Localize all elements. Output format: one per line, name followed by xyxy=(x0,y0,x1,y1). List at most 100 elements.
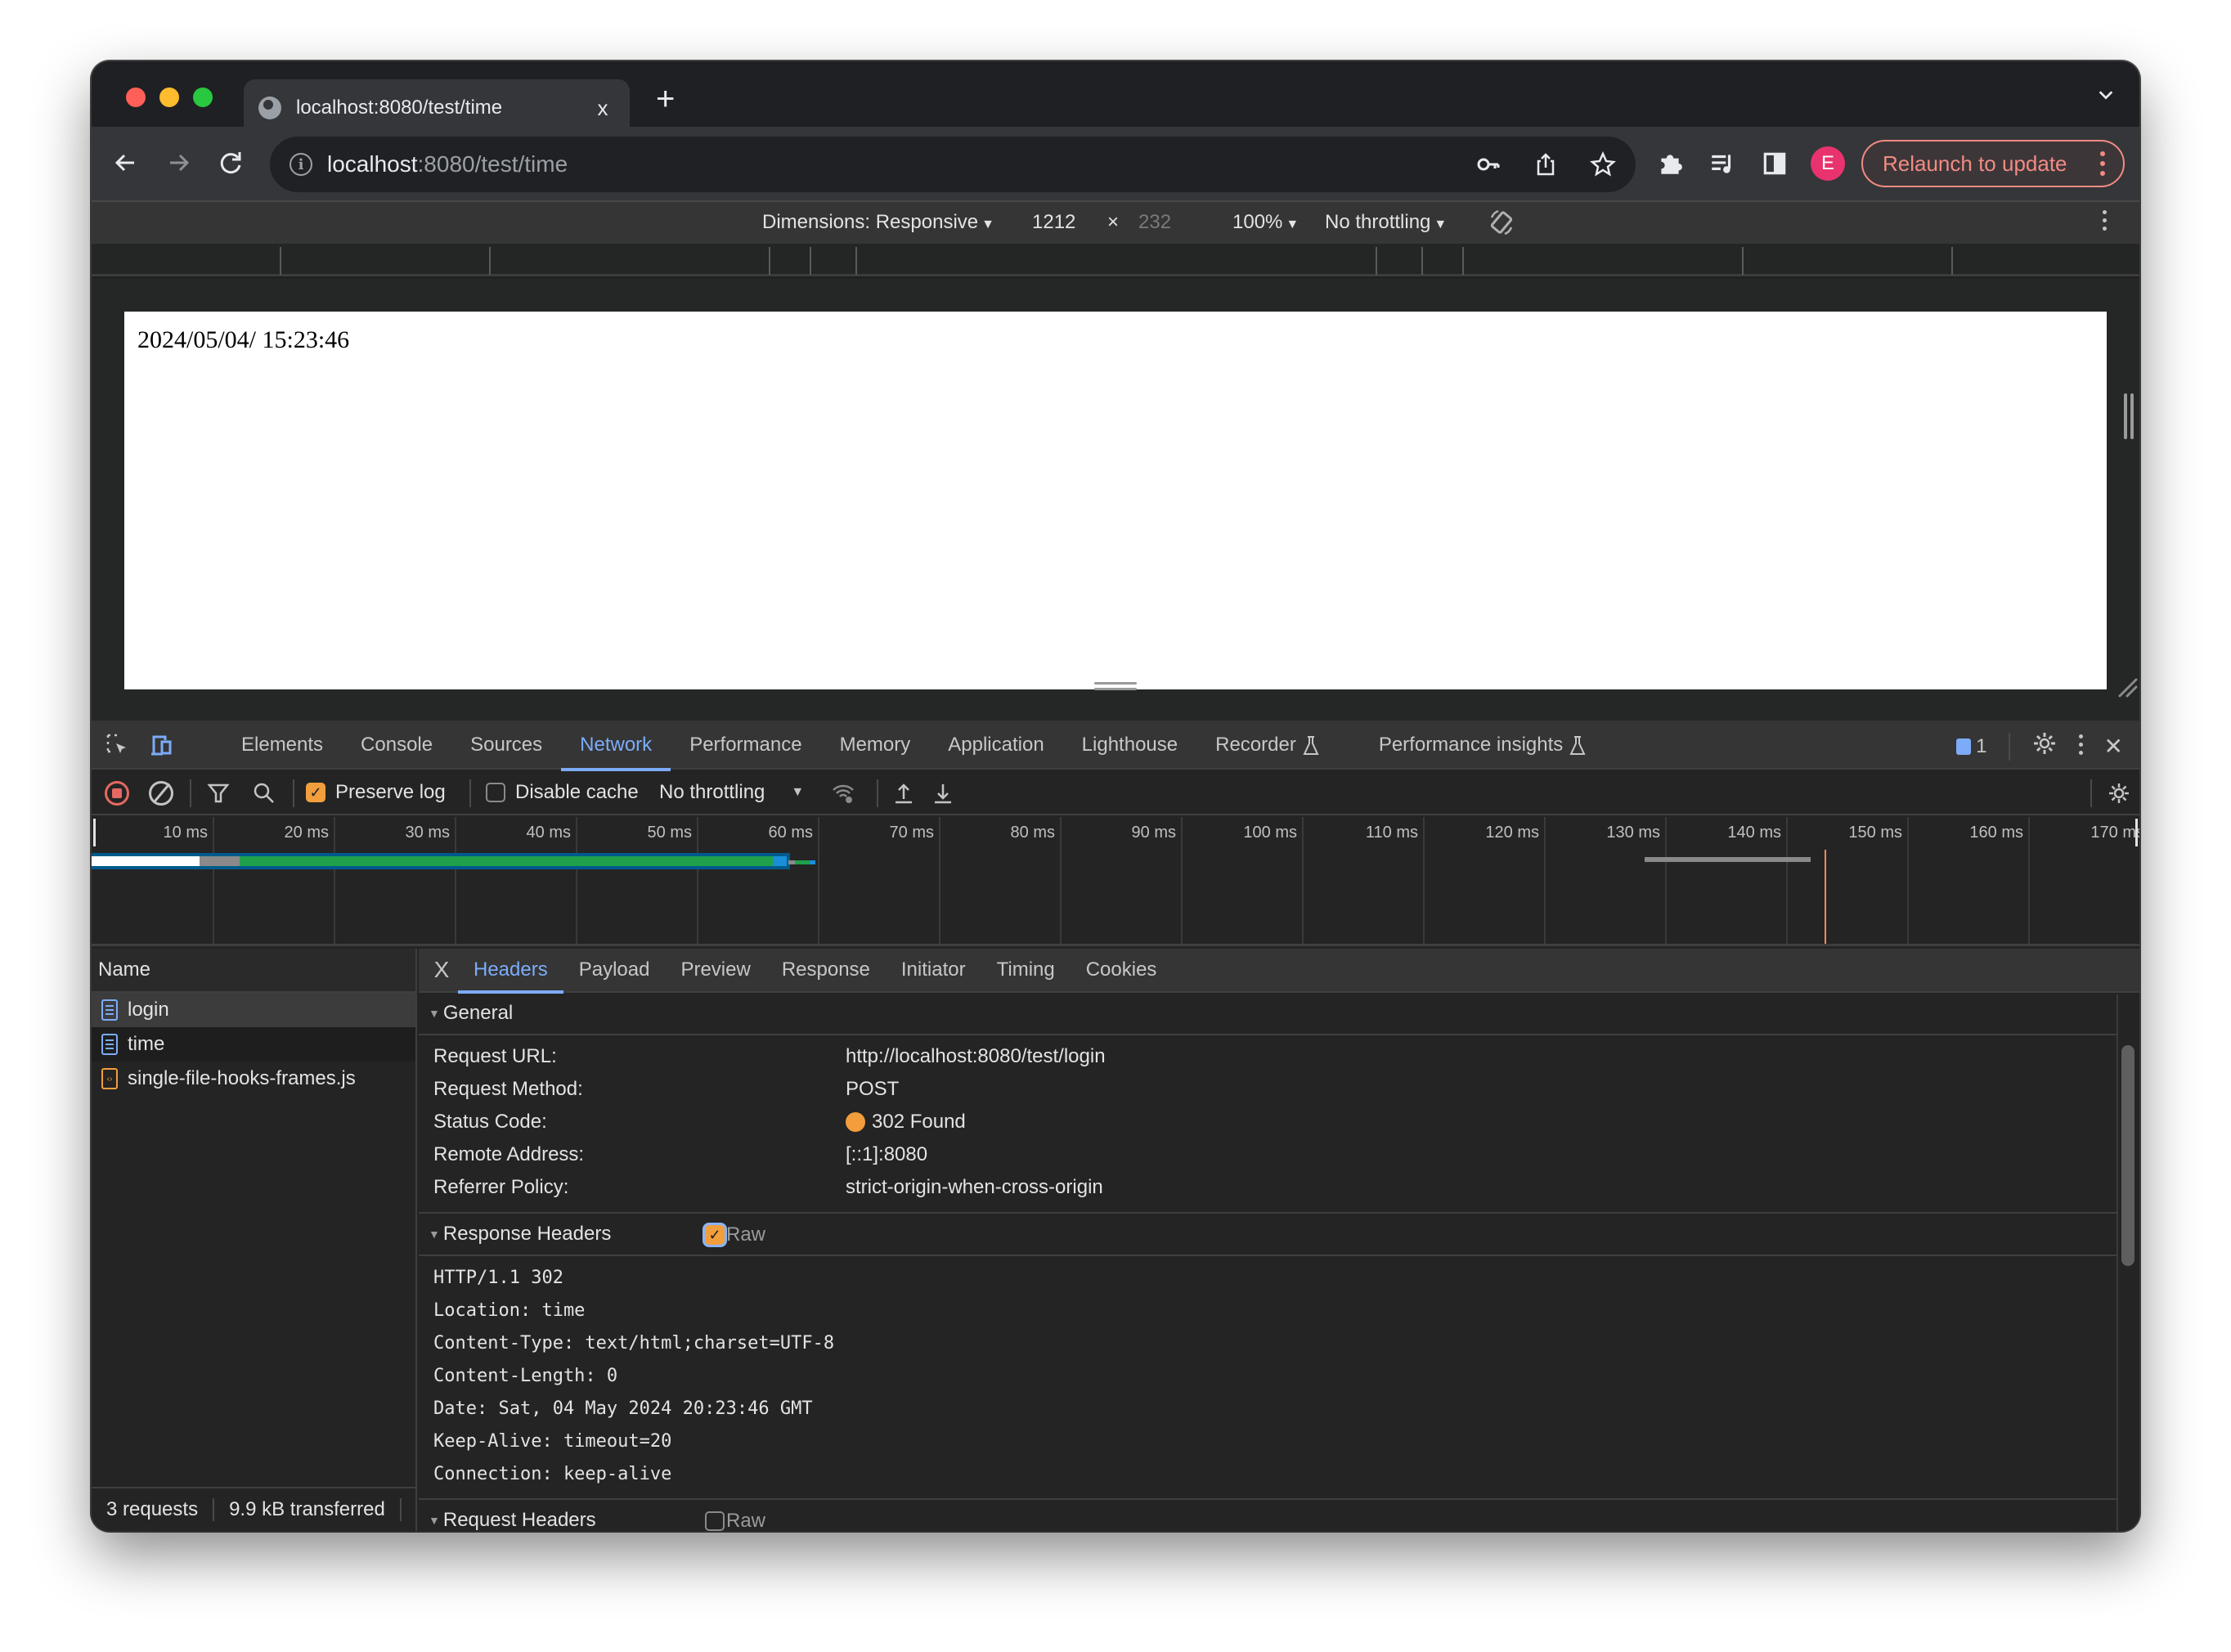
media-query-marker[interactable] xyxy=(1742,247,1744,275)
menu-dots-icon[interactable] xyxy=(2100,151,2105,181)
key-icon[interactable] xyxy=(1472,148,1505,181)
dimensions-select[interactable]: Dimensions: Responsive ▼ xyxy=(762,211,994,234)
preserve-log-checkbox[interactable]: ✓ Preserve log xyxy=(306,781,446,804)
stop-recording-button[interactable] xyxy=(105,781,129,806)
relaunch-to-update-button[interactable]: Relaunch to update xyxy=(1861,140,2125,187)
devtools-tab-network[interactable]: Network xyxy=(561,721,671,771)
export-har-icon[interactable] xyxy=(931,781,955,806)
network-overview-timeline[interactable]: 10 ms 20 ms 30 ms 40 ms 50 ms 60 ms 70 ms 80 ms… xyxy=(92,817,2139,946)
request-bar-queue[interactable] xyxy=(92,856,200,866)
media-query-marker[interactable] xyxy=(489,247,491,275)
profile-avatar[interactable]: E xyxy=(1811,146,1845,181)
width-input[interactable]: 1212 xyxy=(1032,211,1075,234)
rotate-icon[interactable] xyxy=(1487,208,1516,243)
devtools-tab-recorder[interactable]: Recorder xyxy=(1196,721,1360,770)
extensions-puzzle-icon[interactable] xyxy=(1654,147,1686,180)
request-raw-checkbox[interactable]: Raw xyxy=(705,1510,765,1531)
devtools-tab-lighthouse[interactable]: Lighthouse xyxy=(1063,721,1196,770)
request-row-login[interactable]: login xyxy=(92,993,415,1027)
forward-button[interactable] xyxy=(162,146,195,179)
height-input[interactable]: 232 xyxy=(1138,211,1171,234)
inspect-element-icon[interactable] xyxy=(105,732,132,760)
devtools-tab-console[interactable]: Console xyxy=(342,721,451,770)
media-query-marker[interactable] xyxy=(1421,247,1423,275)
details-tab-headers[interactable]: Headers xyxy=(458,949,563,994)
new-tab-button[interactable]: + xyxy=(656,81,675,118)
close-details-button[interactable]: X xyxy=(425,957,458,983)
details-tab-timing[interactable]: Timing xyxy=(981,949,1071,992)
viewport-width-resize-handle[interactable] xyxy=(2124,393,2135,439)
site-info-icon[interactable]: i xyxy=(290,153,312,176)
details-scrollbar-thumb[interactable] xyxy=(2121,1045,2134,1266)
viewport-corner-resize-handle[interactable] xyxy=(2117,676,2138,702)
request-bar-download[interactable] xyxy=(773,856,787,866)
network-conditions-icon[interactable] xyxy=(831,781,855,806)
details-tab-response[interactable]: Response xyxy=(766,949,886,992)
clear-log-button[interactable] xyxy=(149,781,173,806)
request-row-script[interactable]: ‹› single-file-hooks-frames.js xyxy=(92,1062,415,1096)
device-throttling-select[interactable]: No throttling ▼ xyxy=(1325,211,1447,234)
device-more-options-icon[interactable] xyxy=(2103,210,2107,235)
zoom-select[interactable]: 100% ▼ xyxy=(1232,211,1299,234)
devtools-tab-application[interactable]: Application xyxy=(929,721,1062,770)
tab-search-chevron-icon[interactable] xyxy=(2097,86,2115,109)
timeline-tick-label: 100 ms xyxy=(1243,824,1297,842)
devtools-tab-sources[interactable]: Sources xyxy=(451,721,561,770)
side-panel-icon[interactable] xyxy=(1758,147,1791,180)
address-bar[interactable]: i localhost:8080/test/time xyxy=(270,137,1636,192)
details-tab-preview[interactable]: Preview xyxy=(665,949,765,992)
media-query-marker[interactable] xyxy=(769,247,770,275)
settings-gear-icon[interactable] xyxy=(2031,730,2058,762)
details-scrollbar[interactable] xyxy=(2117,994,2139,1531)
tab-close-button[interactable]: x xyxy=(590,96,615,121)
general-section-header[interactable]: ▼ General xyxy=(419,993,2139,1035)
details-tab-payload[interactable]: Payload xyxy=(563,949,666,992)
issues-counter[interactable]: 1 xyxy=(1956,735,1987,758)
response-raw-checkbox[interactable]: ✓ Raw xyxy=(705,1223,765,1246)
media-query-marker[interactable] xyxy=(855,247,857,275)
network-settings-gear-icon[interactable] xyxy=(2107,781,2131,806)
device-toolbar-toggle-icon[interactable] xyxy=(149,732,177,760)
back-button[interactable] xyxy=(110,146,142,179)
overview-right-handle[interactable] xyxy=(2135,819,2138,846)
disable-cache-checkbox[interactable]: Disable cache xyxy=(486,781,639,804)
name-column-header[interactable]: Name xyxy=(92,949,415,993)
reload-button[interactable] xyxy=(214,146,247,179)
response-headers-section-header[interactable]: ▼ Response Headers ✓ Raw xyxy=(419,1214,2139,1256)
request-headers-section-header[interactable]: ▼ Request Headers Raw xyxy=(419,1500,2139,1531)
minimize-window-button[interactable] xyxy=(159,88,179,107)
share-icon[interactable] xyxy=(1529,148,1562,181)
devtools-split-resize-handle[interactable] xyxy=(1094,682,1137,690)
filter-icon[interactable] xyxy=(206,781,231,806)
network-throttling-select[interactable]: No throttling ▼ xyxy=(659,781,804,804)
overview-left-handle[interactable] xyxy=(93,819,96,846)
devtools-tab-memory[interactable]: Memory xyxy=(821,721,930,770)
close-devtools-icon[interactable]: ✕ xyxy=(2104,733,2123,760)
media-query-bar[interactable] xyxy=(92,244,2139,276)
import-har-icon[interactable] xyxy=(891,781,916,806)
details-tab-initiator[interactable]: Initiator xyxy=(886,949,981,992)
triangle-down-icon: ▼ xyxy=(429,1007,440,1020)
search-icon[interactable] xyxy=(252,781,276,806)
request-row-time[interactable]: time xyxy=(92,1027,415,1062)
media-query-marker[interactable] xyxy=(1951,247,1953,275)
details-tab-cookies[interactable]: Cookies xyxy=(1071,949,1173,992)
request-bar-stalled[interactable] xyxy=(788,860,795,864)
close-window-button[interactable] xyxy=(126,88,146,107)
devtools-tab-performance-insights[interactable]: Performance insights xyxy=(1360,721,1605,770)
bookmark-star-icon[interactable] xyxy=(1587,148,1619,181)
request-bar-stalled[interactable] xyxy=(1644,857,1811,862)
media-query-marker[interactable] xyxy=(810,247,811,275)
media-query-marker[interactable] xyxy=(1462,247,1464,275)
request-bar-stalled[interactable] xyxy=(199,856,240,866)
media-query-marker[interactable] xyxy=(280,247,281,275)
media-controls-icon[interactable] xyxy=(1706,147,1739,180)
request-bar-download[interactable] xyxy=(809,860,816,864)
maximize-window-button[interactable] xyxy=(193,88,213,107)
media-query-marker[interactable] xyxy=(1376,247,1377,275)
devtools-more-options-icon[interactable] xyxy=(2078,734,2083,759)
request-bar-waiting[interactable] xyxy=(794,860,810,864)
devtools-tab-elements[interactable]: Elements xyxy=(222,721,342,770)
devtools-tab-performance[interactable]: Performance xyxy=(671,721,820,770)
request-bar-waiting[interactable] xyxy=(239,856,774,866)
